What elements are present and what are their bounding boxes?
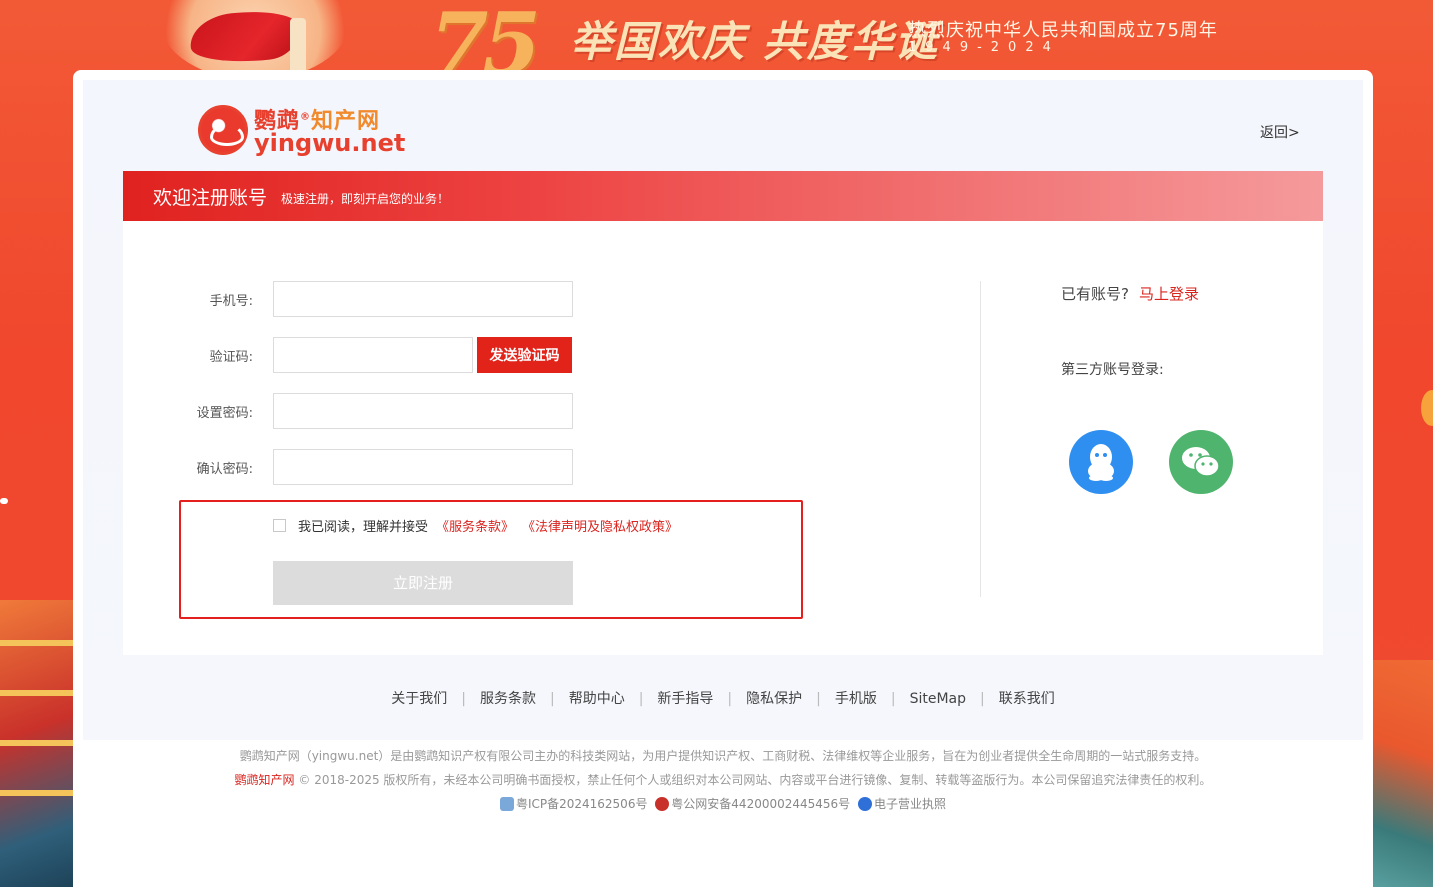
have-account-label: 已有账号? <box>1061 285 1129 303</box>
password-row: 设置密码: <box>123 393 573 429</box>
license-text: 电子营业执照 <box>874 797 947 811</box>
vertical-divider <box>980 281 981 597</box>
shield-icon <box>499 796 514 811</box>
third-party-label: 第三方账号登录: <box>1061 362 1164 378</box>
qq-icon <box>1088 444 1114 481</box>
footer-link-help[interactable]: 帮助中心 <box>555 688 639 708</box>
code-row: 验证码: 发送验证码 <box>123 337 572 373</box>
logo-english: yingwu.net <box>254 129 406 157</box>
welcome-title: 欢迎注册账号 <box>153 186 268 209</box>
footer-link-contact[interactable]: 联系我们 <box>985 688 1069 708</box>
anniversary-banner: 75 举国欢庆 共度华诞 热烈庆祝中华人民共和国成立75周年 1949-2024 <box>0 0 1433 93</box>
welcome-subtitle: 极速注册，即刻开启您的业务！ <box>281 191 450 206</box>
icp-record-link[interactable]: 粤ICP备2024162506号 <box>499 795 648 812</box>
qq-login-button[interactable] <box>1069 430 1133 494</box>
footer-copyright: 鹦鹉知产网 © 2018-2025 版权所有，未经本公司明确书面授权，禁止任何个… <box>73 771 1373 788</box>
footer-link-mobile[interactable]: 手机版 <box>821 688 891 708</box>
police-record-link[interactable]: 粤公网安备44200002445456号 <box>655 795 850 812</box>
footer-link-privacy[interactable]: 隐私保护 <box>732 688 816 708</box>
wechat-login-button[interactable] <box>1169 430 1233 494</box>
privacy-link[interactable]: 《法律声明及隐私权政策》 <box>522 516 678 535</box>
confirm-label: 确认密码: <box>196 461 253 477</box>
confirm-row: 确认密码: <box>123 449 573 485</box>
background-decoration-left <box>0 600 75 887</box>
footer-link-sitemap[interactable]: SiteMap <box>896 691 980 707</box>
banner-years: 1949-2024 <box>908 40 1060 55</box>
form-panel: 手机号: 验证码: 发送验证码 设置密码: 确认密码: 我已阅读，理解并接受 《… <box>123 221 1323 655</box>
copyright-brand: 鹦鹉知产网 <box>234 773 295 787</box>
phone-row: 手机号: <box>123 281 573 317</box>
phone-input[interactable] <box>273 281 573 317</box>
code-input[interactable] <box>273 337 473 373</box>
phone-label: 手机号: <box>209 293 253 309</box>
registered-mark: ® <box>300 111 312 123</box>
police-text: 粤公网安备44200002445456号 <box>671 797 851 811</box>
back-link[interactable]: 返回> <box>1260 122 1300 142</box>
background-decoration-right <box>1371 660 1433 887</box>
welcome-bar: 欢迎注册账号 极速注册，即刻开启您的业务！ <box>123 171 1323 221</box>
banner-title: 热烈庆祝中华人民共和国成立75周年 <box>908 20 1218 41</box>
icp-text: 粤ICP备2024162506号 <box>515 797 648 811</box>
agreement-row: 我已阅读，理解并接受 《服务条款》 《法律声明及隐私权政策》 <box>273 516 678 535</box>
send-code-button[interactable]: 发送验证码 <box>477 337 572 373</box>
code-label: 验证码: <box>209 349 253 365</box>
login-link[interactable]: 马上登录 <box>1139 285 1199 303</box>
have-account-text: 已有账号? 马上登录 <box>1061 283 1199 304</box>
banner-slogan: 举国欢庆 共度华诞 <box>570 17 939 66</box>
terms-link[interactable]: 《服务条款》 <box>436 516 514 535</box>
pillar-icon <box>290 18 306 70</box>
password-label: 设置密码: <box>196 405 253 421</box>
background-dot <box>1421 390 1433 426</box>
footer-links: 关于我们 | 服务条款 | 帮助中心 | 新手指导 | 隐私保护 | 手机版 | SiteMap | 联系我… <box>73 688 1373 708</box>
license-link[interactable]: 电子营业执照 <box>858 795 946 812</box>
agree-text: 我已阅读，理解并接受 <box>298 520 429 535</box>
password-input[interactable] <box>273 393 573 429</box>
police-badge-icon <box>655 796 670 811</box>
confirm-password-input[interactable] <box>273 449 573 485</box>
wechat-icon <box>1182 447 1220 477</box>
register-card: 鹦鹉®知产网 yingwu.net 返回> 欢迎注册账号 极速注册，即刻开启您的… <box>73 70 1373 887</box>
footer-link-guide[interactable]: 新手指导 <box>643 688 727 708</box>
footer-link-terms[interactable]: 服务条款 <box>466 688 550 708</box>
register-area: 鹦鹉®知产网 yingwu.net 返回> 欢迎注册账号 极速注册，即刻开启您的… <box>83 80 1363 740</box>
agree-checkbox[interactable] <box>273 519 286 532</box>
footer-records: 粤ICP备2024162506号 粤公网安备44200002445456号 电子… <box>73 795 1373 814</box>
site-logo[interactable]: 鹦鹉®知产网 yingwu.net <box>198 105 405 165</box>
footer-link-about[interactable]: 关于我们 <box>377 688 461 708</box>
footer-description: 鹦鹉知产网（yingwu.net）是由鹦鹉知识产权有限公司主办的科技类网站，为用… <box>239 749 1207 763</box>
license-icon <box>858 796 873 811</box>
parrot-logo-icon <box>198 105 248 155</box>
copyright-text: © 2018-2025 版权所有，未经本公司明确书面授权，禁止任何个人或组织对本… <box>298 773 1212 787</box>
register-button[interactable]: 立即注册 <box>273 561 573 605</box>
background-dot <box>0 498 8 504</box>
